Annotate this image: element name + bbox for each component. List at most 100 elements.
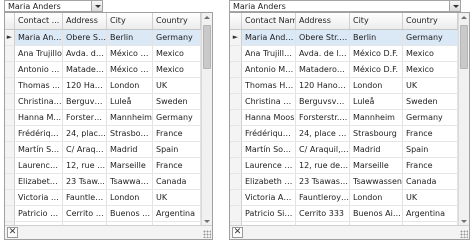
cell-country[interactable]: Spain — [153, 142, 201, 157]
row-indicator[interactable] — [5, 94, 15, 109]
cell-country[interactable]: France — [153, 158, 201, 173]
table-row[interactable]: Christina Ber...Berguvsvägen 8LuleåSwede… — [230, 94, 458, 110]
row-indicator[interactable] — [230, 126, 242, 141]
cell-city[interactable]: México D.F. — [107, 46, 153, 61]
cell-contact-name[interactable]: Ana Trujillo E... — [242, 46, 296, 61]
right-header-country[interactable]: Country — [403, 13, 458, 29]
cell-contact-name[interactable]: Maria Anders — [15, 30, 63, 45]
left-header-country[interactable]: Country — [153, 13, 201, 29]
table-row[interactable]: Hanna Moos Forsterstr. 57 Mannheim Germany — [230, 110, 458, 126]
right-combo-dropdown-button[interactable] — [449, 0, 461, 12]
cell-address[interactable]: 24, place ... — [63, 126, 107, 141]
cell-city[interactable]: Tsawwassen — [350, 174, 403, 189]
cell-city[interactable]: Madrid — [350, 142, 403, 157]
row-indicator[interactable] — [5, 206, 15, 221]
table-row[interactable]: Laurence Leb...12, rue des B...Marseille… — [230, 158, 458, 174]
cell-country[interactable]: Argentina — [153, 206, 201, 221]
cell-address[interactable]: Avda. de la C... — [296, 46, 350, 61]
cell-country[interactable]: Germany — [403, 110, 458, 125]
cell-contact-name[interactable]: Ana Trujillo — [15, 46, 63, 61]
cell-contact-name[interactable]: Maria Anders — [242, 30, 296, 45]
cell-country[interactable]: Canada — [153, 174, 201, 189]
cell-country[interactable]: Argentina — [403, 206, 458, 221]
table-row[interactable]: Antonio M...Mataderos...México D.F.Mexic… — [5, 62, 201, 78]
cell-address[interactable]: 23 Tsawassen... — [296, 174, 350, 189]
cell-address[interactable]: Obere St... — [63, 30, 107, 45]
cell-contact-name[interactable]: Hanna Moos — [242, 110, 296, 125]
right-scroll-thumb[interactable] — [460, 25, 468, 69]
table-row[interactable]: Victoria Ashw...Fauntleroy Cir...LondonU… — [230, 190, 458, 206]
right-combo-value[interactable]: Maria Anders — [233, 2, 286, 12]
cell-country[interactable]: Sweden — [403, 94, 458, 109]
row-indicator[interactable] — [5, 126, 15, 141]
cell-country[interactable]: UK — [403, 78, 458, 93]
cell-address[interactable]: Forsterstr. 57 — [296, 110, 350, 125]
cell-contact-name[interactable]: Frédérique Ci... — [242, 126, 296, 141]
cell-city[interactable]: México D.F. — [107, 62, 153, 77]
cell-city[interactable]: London — [350, 78, 403, 93]
cell-city[interactable]: London — [107, 190, 153, 205]
cell-country[interactable]: France — [153, 126, 201, 141]
cell-country[interactable]: France — [403, 158, 458, 173]
table-row[interactable]: Martín So... C/ Araqui... Madrid Spain — [5, 142, 201, 158]
cell-country[interactable]: Mexico — [153, 46, 201, 61]
cell-city[interactable]: Strasbourg — [350, 126, 403, 141]
row-indicator[interactable] — [230, 78, 242, 93]
table-row[interactable]: Thomas Hardy120 Hanover Sq.LondonUK — [230, 78, 458, 94]
cell-address[interactable]: 24, place Kléb... — [296, 126, 350, 141]
row-indicator[interactable]: ► — [230, 30, 242, 45]
cell-contact-name[interactable]: Martín So... — [15, 142, 63, 157]
cell-address[interactable]: Mataderos 2... — [296, 62, 350, 77]
left-scroll-thumb[interactable] — [203, 25, 211, 69]
cell-contact-name[interactable]: Thomas ... — [15, 78, 63, 93]
row-indicator[interactable] — [230, 94, 242, 109]
cell-country[interactable]: Mexico — [403, 46, 458, 61]
cell-address[interactable]: 120 Hanover Sq. — [296, 78, 350, 93]
cell-address[interactable]: Avda. de l... — [63, 46, 107, 61]
cell-city[interactable]: Luleå — [350, 94, 403, 109]
right-scroll-up-arrow[interactable] — [459, 13, 469, 23]
left-vertical-scrollbar[interactable] — [201, 13, 212, 226]
cell-city[interactable]: México D.F. — [350, 46, 403, 61]
right-header-city[interactable]: City — [350, 13, 403, 29]
cell-address[interactable]: C/ Araquil, 67 — [296, 142, 350, 157]
row-indicator[interactable]: ► — [5, 30, 15, 45]
cell-contact-name[interactable]: Hanna M... — [15, 110, 63, 125]
cell-contact-name[interactable]: Victoria A... — [15, 190, 63, 205]
table-row[interactable]: Elizabeth ... 23 Tsaw... Tsawwass... Canada — [5, 174, 201, 190]
cell-contact-name[interactable]: Patricio Simp... — [242, 206, 296, 221]
cell-city[interactable]: Mannheim — [350, 110, 403, 125]
cell-city[interactable]: Madrid — [107, 142, 153, 157]
row-indicator[interactable] — [5, 174, 15, 189]
cell-country[interactable]: Canada — [403, 174, 458, 189]
cell-country[interactable]: Spain — [403, 142, 458, 157]
cell-country[interactable]: UK — [153, 78, 201, 93]
row-indicator[interactable] — [5, 62, 15, 77]
row-indicator[interactable] — [5, 78, 15, 93]
cell-contact-name[interactable]: Elizabeth Lin... — [242, 174, 296, 189]
table-row[interactable]: Ana TrujilloAvda. de l...México D.F.Mexi… — [5, 46, 201, 62]
table-row[interactable]: Ana Trujillo E...Avda. de la C...México … — [230, 46, 458, 62]
cell-address[interactable]: 23 Tsaw... — [63, 174, 107, 189]
left-header-contact[interactable]: Contact ... — [15, 13, 63, 29]
right-resize-grip-icon[interactable] — [460, 230, 468, 238]
cell-city[interactable]: Berlin — [107, 30, 153, 45]
right-header-contact[interactable]: Contact Name — [242, 13, 296, 29]
row-indicator[interactable] — [230, 142, 242, 157]
table-row[interactable]: Victoria A... Fauntlero... London UK — [5, 190, 201, 206]
cell-city[interactable]: Luleå — [107, 94, 153, 109]
cell-country[interactable]: France — [403, 126, 458, 141]
cell-address[interactable]: 120 Hano... — [63, 78, 107, 93]
cell-address[interactable]: C/ Araqui... — [63, 142, 107, 157]
row-indicator[interactable] — [5, 142, 15, 157]
left-combo-dropdown-button[interactable] — [91, 0, 103, 12]
cell-city[interactable]: Buenos A... — [107, 206, 153, 221]
row-indicator[interactable] — [230, 206, 242, 221]
row-indicator[interactable] — [5, 46, 15, 61]
row-indicator[interactable] — [230, 158, 242, 173]
table-row[interactable]: Elizabeth Lin...23 Tsawassen...Tsawwasse… — [230, 174, 458, 190]
table-row[interactable]: Thomas ...120 Hano...LondonUK — [5, 78, 201, 94]
cell-city[interactable]: Marseille — [107, 158, 153, 173]
row-indicator[interactable] — [230, 46, 242, 61]
cell-contact-name[interactable]: Antonio More... — [242, 62, 296, 77]
